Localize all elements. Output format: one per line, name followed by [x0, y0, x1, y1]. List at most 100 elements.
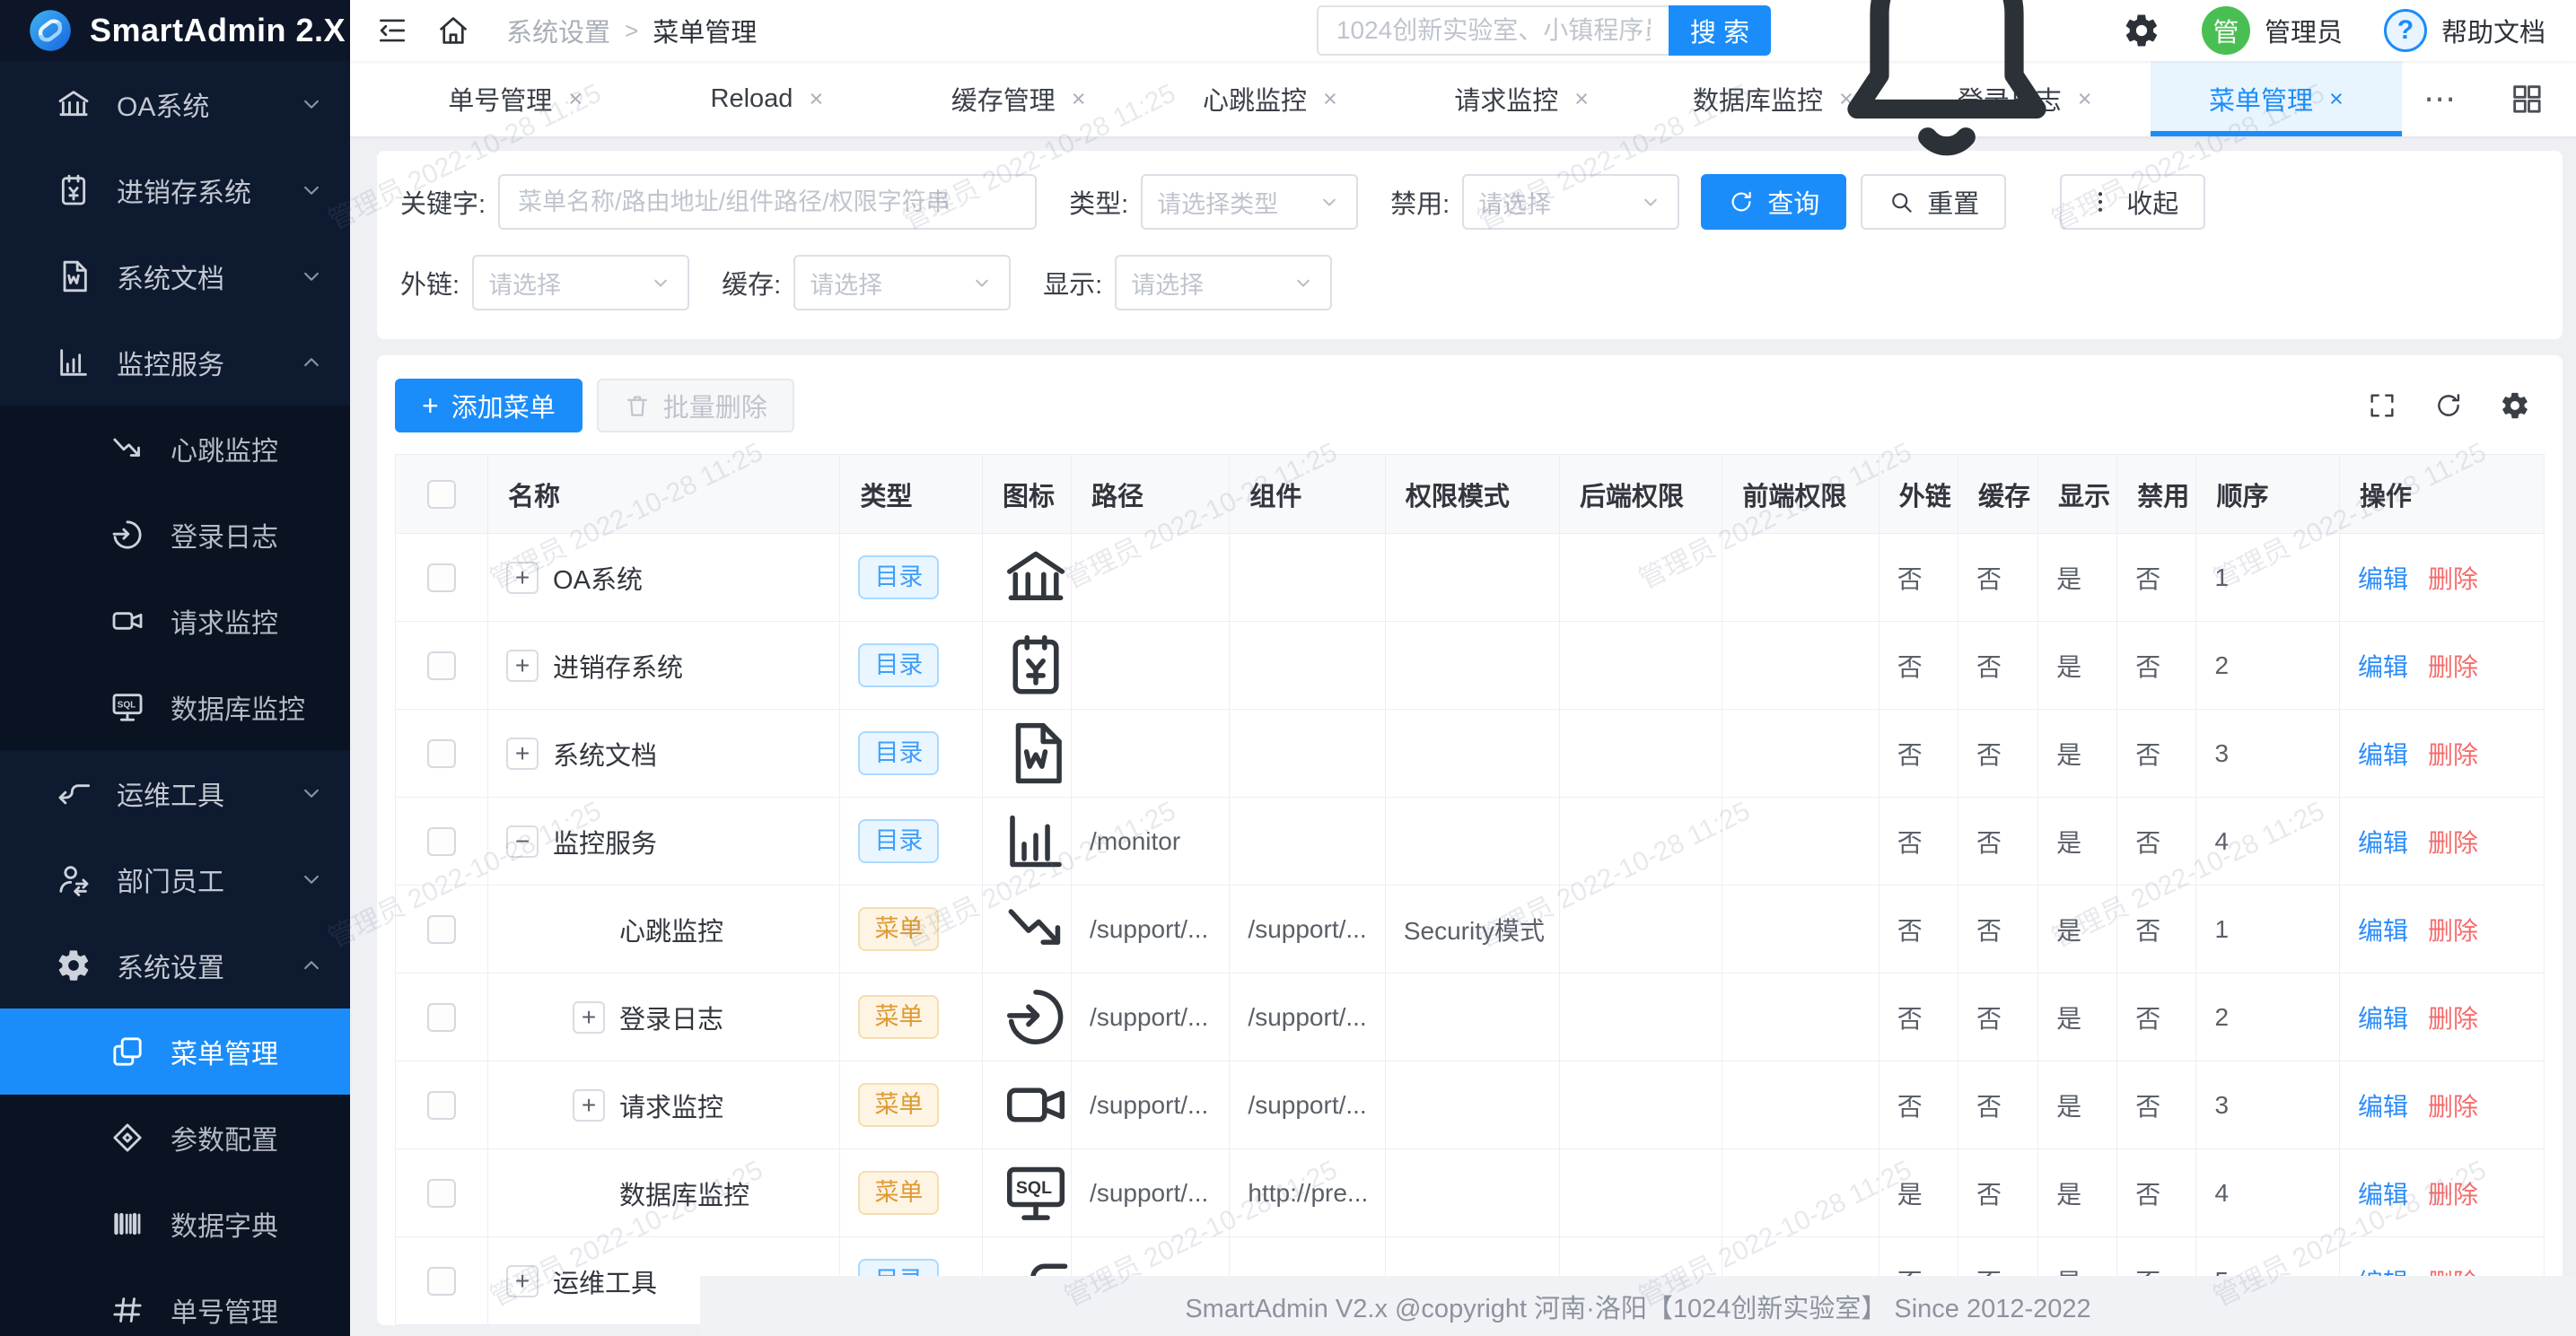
disabled-select[interactable]: 请选择 [1462, 174, 1679, 230]
menu-name: +系统文档 [506, 735, 839, 773]
sidebar-item-进销存系统[interactable]: 进销存系统 [0, 147, 350, 233]
sidebar-item-运维工具[interactable]: 运维工具 [0, 750, 350, 836]
select-all-checkbox[interactable] [427, 480, 456, 509]
close-tab-icon[interactable]: × [809, 85, 823, 113]
row-checkbox[interactable] [427, 1003, 456, 1032]
sidebar-item-参数配置[interactable]: 参数配置 [0, 1095, 350, 1181]
sidebar-item-label: 登录日志 [171, 515, 325, 554]
global-search-input[interactable] [1317, 5, 1669, 56]
chevron-down-icon [298, 177, 325, 204]
sidebar-menu: OA系统进销存系统系统文档监控服务心跳监控登录日志请求监控SQL数据库监控运维工… [0, 61, 350, 1336]
tab-缓存管理[interactable]: 缓存管理× [893, 61, 1144, 136]
row-checkbox[interactable] [427, 563, 456, 592]
type-select[interactable]: 请选择类型 [1141, 174, 1358, 230]
edit-link[interactable]: 编辑 [2358, 917, 2408, 945]
serial-icon [110, 1292, 145, 1328]
sidebar-item-部门员工[interactable]: 部门员工 [0, 836, 350, 922]
delete-link[interactable]: 删除 [2428, 1005, 2478, 1033]
chevron-down-icon [1291, 270, 1316, 295]
row-checkbox[interactable] [427, 915, 456, 944]
sidebar-item-菜单管理[interactable]: 菜单管理 [0, 1009, 350, 1095]
collapse-menu-icon[interactable] [375, 13, 409, 48]
reset-button[interactable]: 重置 [1861, 174, 2006, 230]
close-tab-icon[interactable]: × [568, 85, 583, 113]
batch-delete-button[interactable]: 批量删除 [597, 379, 794, 432]
collapse-row-icon[interactable]: − [506, 825, 539, 858]
path-cell [1072, 622, 1230, 710]
row-checkbox[interactable] [427, 739, 456, 768]
edit-link[interactable]: 编辑 [2358, 741, 2408, 769]
expand-row-icon[interactable]: + [573, 1001, 605, 1034]
sidebar-item-心跳监控[interactable]: 心跳监控 [0, 406, 350, 492]
row-checkbox[interactable] [427, 1091, 456, 1120]
visible-cell: 是 [2038, 534, 2117, 622]
table-settings-gear-icon[interactable] [2500, 390, 2530, 421]
app-logo[interactable]: SmartAdmin 2.X [0, 0, 350, 61]
expand-row-icon[interactable]: + [573, 1089, 605, 1122]
order-cell: 4 [2196, 1149, 2340, 1237]
row-checkbox[interactable] [427, 1267, 456, 1296]
order-cell: 3 [2196, 710, 2340, 798]
column-header-外链: 外链 [1879, 455, 1958, 534]
home-icon[interactable] [436, 13, 470, 48]
sidebar-item-单号管理[interactable]: 单号管理 [0, 1267, 350, 1336]
sidebar-submenu: 菜单管理参数配置数据字典单号管理 [0, 1009, 350, 1336]
external-cell: 否 [1879, 974, 1958, 1061]
close-tab-icon[interactable]: × [1072, 85, 1086, 113]
expand-row-icon[interactable]: + [506, 1265, 539, 1297]
expand-row-icon[interactable]: + [506, 738, 539, 770]
help-link[interactable]: ? 帮助文档 [2384, 9, 2545, 52]
refresh-table-icon[interactable] [2433, 390, 2464, 421]
sidebar-item-系统文档[interactable]: 系统文档 [0, 233, 350, 319]
notifications-button[interactable]: 12 [1812, 0, 2081, 165]
cache-select[interactable]: 请选择 [793, 255, 1011, 310]
external-select[interactable]: 请选择 [472, 255, 689, 310]
delete-link[interactable]: 删除 [2428, 829, 2478, 857]
delete-link[interactable]: 删除 [2428, 653, 2478, 681]
delete-link[interactable]: 删除 [2428, 917, 2478, 945]
delete-link[interactable]: 删除 [2428, 1093, 2478, 1121]
expand-row-icon[interactable]: + [506, 562, 539, 594]
backend-perm-cell [1560, 1061, 1722, 1149]
edit-link[interactable]: 编辑 [2358, 1093, 2408, 1121]
cache-label: 缓存: [722, 264, 781, 301]
external-cell: 否 [1879, 710, 1958, 798]
edit-link[interactable]: 编辑 [2358, 1005, 2408, 1033]
breadcrumb-parent[interactable]: 系统设置 [506, 12, 610, 49]
name-cell-td: +心跳监控 [488, 886, 840, 974]
collapse-filters-button[interactable]: 收起 [2060, 174, 2205, 230]
sidebar-item-请求监控[interactable]: 请求监控 [0, 578, 350, 664]
component-cell: /support/... [1230, 974, 1385, 1061]
sidebar-item-数据字典[interactable]: 数据字典 [0, 1181, 350, 1267]
global-search-button[interactable]: 搜 索 [1669, 5, 1771, 56]
edit-link[interactable]: 编辑 [2358, 829, 2408, 857]
row-checkbox[interactable] [427, 651, 456, 680]
row-checkbox[interactable] [427, 1179, 456, 1208]
delete-link[interactable]: 删除 [2428, 1181, 2478, 1209]
query-button[interactable]: 查询 [1701, 174, 1846, 230]
row-checkbox[interactable] [427, 827, 456, 856]
column-header-顺序: 顺序 [2196, 455, 2340, 534]
sidebar-item-系统设置[interactable]: 系统设置 [0, 922, 350, 1009]
user-menu[interactable]: 管 管理员 [2202, 6, 2343, 55]
sidebar-item-数据库监控[interactable]: SQL数据库监控 [0, 664, 350, 750]
sidebar-item-登录日志[interactable]: 登录日志 [0, 492, 350, 578]
add-menu-button[interactable]: + 添加菜单 [395, 379, 583, 432]
external-cell: 否 [1879, 1061, 1958, 1149]
tab-单号管理[interactable]: 单号管理× [390, 61, 641, 136]
edit-link[interactable]: 编辑 [2358, 653, 2408, 681]
fullscreen-icon[interactable] [2367, 390, 2397, 421]
header-gear-icon[interactable] [2123, 12, 2160, 49]
keyword-input[interactable] [498, 174, 1037, 230]
edit-link[interactable]: 编辑 [2358, 565, 2408, 593]
tab-Reload[interactable]: Reload× [641, 61, 892, 136]
chevron-up-icon [298, 349, 325, 376]
external-cell: 否 [1879, 886, 1958, 974]
delete-link[interactable]: 删除 [2428, 741, 2478, 769]
sidebar-item-监控服务[interactable]: 监控服务 [0, 319, 350, 406]
visible-select[interactable]: 请选择 [1115, 255, 1332, 310]
edit-link[interactable]: 编辑 [2358, 1181, 2408, 1209]
delete-link[interactable]: 删除 [2428, 565, 2478, 593]
expand-row-icon[interactable]: + [506, 650, 539, 682]
sidebar-item-OA系统[interactable]: OA系统 [0, 61, 350, 147]
